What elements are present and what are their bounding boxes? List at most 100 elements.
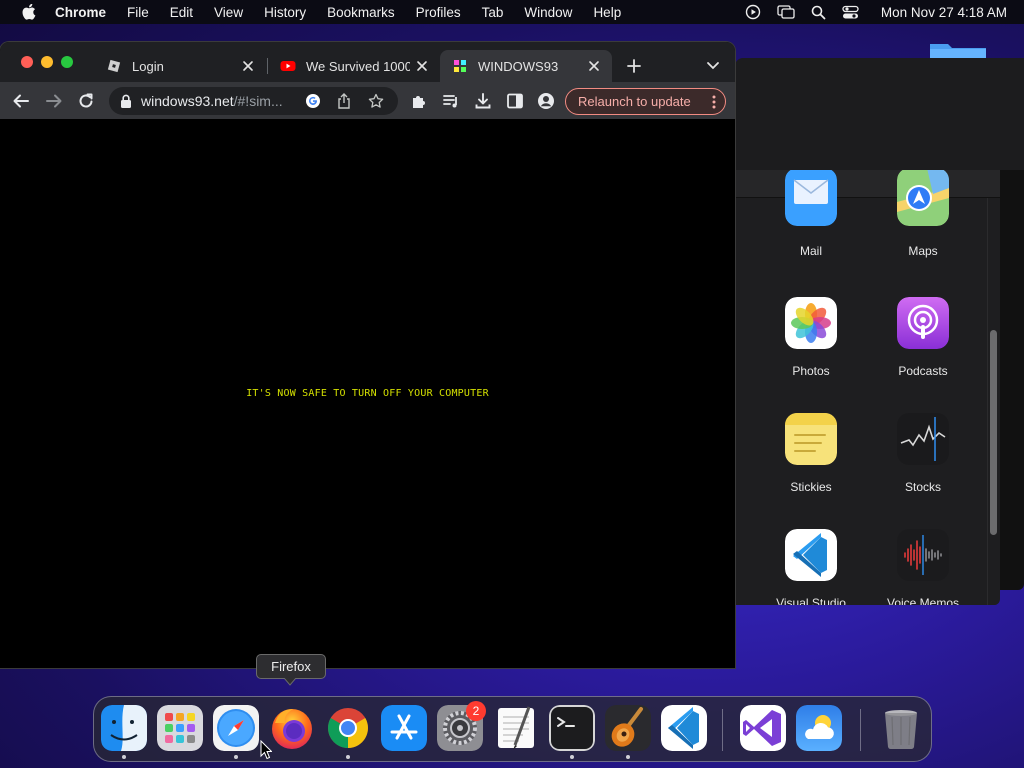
share-icon[interactable] xyxy=(337,93,351,109)
dock-visual-studio[interactable] xyxy=(740,705,786,751)
dock-chrome[interactable] xyxy=(325,705,371,751)
menu-view[interactable]: View xyxy=(214,5,243,20)
menu-tab[interactable]: Tab xyxy=(482,5,504,20)
more-vertical-icon[interactable] xyxy=(712,95,716,109)
app-photos[interactable]: Photos xyxy=(761,297,861,378)
app-label: Maps xyxy=(908,244,938,258)
media-controls-icon[interactable] xyxy=(442,92,460,110)
chrome-window: Login We Survived 1000 WINDOWS93 windows… xyxy=(0,42,735,668)
dock-trash[interactable] xyxy=(878,705,924,751)
menu-profiles[interactable]: Profiles xyxy=(416,5,461,20)
close-tab-icon[interactable] xyxy=(414,58,430,74)
menu-history[interactable]: History xyxy=(264,5,306,20)
app-label: Photos xyxy=(792,364,830,378)
new-tab-icon[interactable] xyxy=(626,58,642,74)
dock-weather[interactable] xyxy=(796,705,842,751)
dock-safari[interactable] xyxy=(213,705,259,751)
garageband-guitar-icon xyxy=(605,705,651,751)
dock-divider xyxy=(860,709,861,751)
url-text[interactable]: windows93.net/#!sim... xyxy=(141,93,297,109)
app-mail[interactable]: Mail xyxy=(761,170,861,258)
notification-badge: 2 xyxy=(466,701,486,721)
tooltip-arrow xyxy=(284,678,296,686)
windows93-icon xyxy=(454,60,466,72)
dock-finder[interactable] xyxy=(101,705,147,751)
app-voice-memos[interactable]: Voice Memos xyxy=(873,529,973,605)
photos-icon xyxy=(785,297,837,349)
tab-strip: Login We Survived 1000 WINDOWS93 xyxy=(0,42,735,82)
search-icon[interactable] xyxy=(811,5,826,20)
app-stocks[interactable]: Stocks xyxy=(873,413,973,494)
running-indicator xyxy=(570,755,574,759)
dock-terminal[interactable] xyxy=(549,705,595,751)
dock xyxy=(93,696,932,762)
menu-window[interactable]: Window xyxy=(524,5,572,20)
podcasts-icon xyxy=(897,297,949,349)
menu-edit[interactable]: Edit xyxy=(170,5,193,20)
firefox-icon xyxy=(272,709,312,749)
bookmark-star-icon[interactable] xyxy=(368,93,384,109)
app-label: Stickies xyxy=(790,480,832,494)
menu-bookmarks[interactable]: Bookmarks xyxy=(327,5,395,20)
folder-icon[interactable] xyxy=(928,40,988,60)
running-indicator xyxy=(626,755,630,759)
google-lens-icon[interactable] xyxy=(305,93,321,109)
running-indicator xyxy=(346,755,350,759)
menu-bar: Chrome File Edit View History Bookmarks … xyxy=(0,0,1024,24)
dock-garageband[interactable] xyxy=(605,705,651,751)
dock-app-store[interactable] xyxy=(381,705,427,751)
play-circle-icon[interactable] xyxy=(745,4,761,20)
mouse-pointer-icon xyxy=(260,740,272,760)
scrollbar-thumb[interactable] xyxy=(990,330,997,535)
web-content[interactable]: IT'S NOW SAFE TO TURN OFF YOUR COMPUTER xyxy=(0,119,735,668)
extensions-puzzle-icon[interactable] xyxy=(410,92,428,110)
app-visual-studio-code[interactable]: Visual Studio xyxy=(761,529,861,605)
browser-toolbar: windows93.net/#!sim... Relaunch to updat… xyxy=(0,82,735,119)
app-store-icon xyxy=(381,705,427,751)
app-stickies[interactable]: Stickies xyxy=(761,413,861,494)
menubar-clock[interactable]: Mon Nov 27 4:18 AM xyxy=(881,5,1007,20)
applications-panel: Mail Maps Photos Podcasts Stickies Stock… xyxy=(735,170,1000,605)
address-bar[interactable]: windows93.net/#!sim... xyxy=(109,87,398,115)
reload-icon[interactable] xyxy=(77,92,95,110)
weather-icon xyxy=(796,705,842,751)
back-arrow-icon[interactable] xyxy=(12,92,30,110)
menu-file[interactable]: File xyxy=(127,5,149,20)
relaunch-to-update-button[interactable]: Relaunch to update xyxy=(565,88,726,115)
close-tab-icon[interactable] xyxy=(240,58,256,74)
menu-help[interactable]: Help xyxy=(593,5,621,20)
dock-firefox[interactable] xyxy=(269,705,315,751)
shutdown-message: IT'S NOW SAFE TO TURN OFF YOUR COMPUTER xyxy=(246,388,489,399)
profile-avatar-icon[interactable] xyxy=(537,92,555,110)
lock-icon[interactable] xyxy=(120,94,132,108)
url-path: /#!sim... xyxy=(233,93,283,109)
tab-login[interactable]: Login xyxy=(94,50,266,82)
youtube-icon xyxy=(280,61,296,71)
screen-mirroring-icon[interactable] xyxy=(777,4,795,20)
tab-windows93[interactable]: WINDOWS93 xyxy=(440,50,612,82)
dock-textedit[interactable] xyxy=(493,705,539,751)
app-maps[interactable]: Maps xyxy=(873,170,973,258)
tab-search-chevron-down-icon[interactable] xyxy=(706,61,720,71)
launchpad-icon xyxy=(157,705,203,751)
background-window xyxy=(735,58,1024,170)
app-label: Stocks xyxy=(904,480,941,494)
downloads-icon[interactable] xyxy=(474,92,492,110)
zoom-window-button[interactable] xyxy=(61,56,73,68)
menu-app-name[interactable]: Chrome xyxy=(55,5,106,20)
app-podcasts[interactable]: Podcasts xyxy=(873,297,973,378)
chrome-icon xyxy=(328,708,368,748)
running-indicator xyxy=(122,755,126,759)
close-tab-icon[interactable] xyxy=(586,58,602,74)
dock-visual-studio-code[interactable] xyxy=(661,705,707,751)
dock-launchpad[interactable] xyxy=(157,705,203,751)
app-label: Podcasts xyxy=(898,364,948,378)
apple-logo-icon[interactable] xyxy=(17,4,39,20)
close-window-button[interactable] xyxy=(21,56,33,68)
tab-youtube[interactable]: We Survived 1000 xyxy=(268,50,440,82)
forward-arrow-icon[interactable] xyxy=(45,92,63,110)
control-center-icon[interactable] xyxy=(842,5,859,20)
minimize-window-button[interactable] xyxy=(41,56,53,68)
mail-icon xyxy=(785,170,837,226)
side-panel-icon[interactable] xyxy=(506,92,524,110)
